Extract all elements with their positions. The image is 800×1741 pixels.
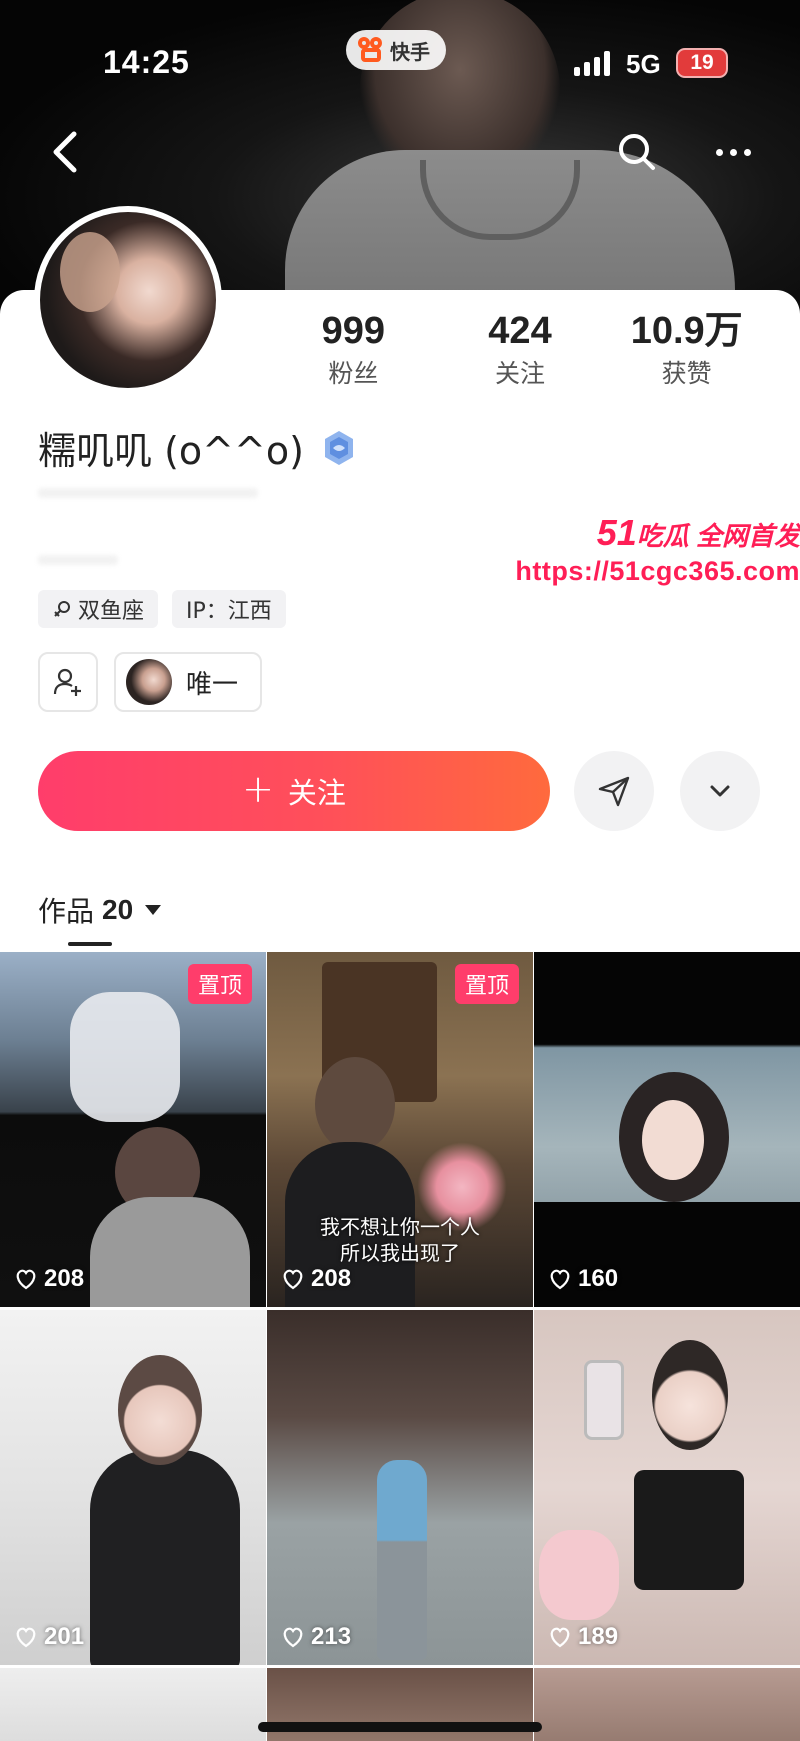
profile-stats: 999 粉丝 424 关注 10.9万 获赞 (270, 310, 770, 390)
stat-label: 获赞 (661, 359, 712, 388)
heart-icon (550, 1269, 570, 1290)
heart-icon (16, 1627, 36, 1648)
work-tile[interactable] (534, 1668, 800, 1741)
status-time: 14:25 (103, 44, 190, 80)
verified-badge-icon (324, 430, 353, 465)
video-caption: 我不想让你一个人 所以我出现了 (320, 1215, 480, 1265)
more-options-button[interactable] (708, 130, 758, 174)
watermark-brand: 51吃瓜 全网首发 (596, 512, 800, 553)
expand-button[interactable] (680, 751, 760, 831)
stat-label: 关注 (495, 359, 546, 388)
signal-strength-icon (574, 50, 610, 76)
linked-account-name: 唯一 (186, 669, 239, 700)
status-bar: 14:25 快手 5G 19 (0, 0, 800, 130)
battery-indicator: 19 (676, 48, 728, 78)
tag-label: 双鱼座 (78, 599, 145, 624)
linked-account-avatar (126, 659, 172, 705)
stat-value: 999 (321, 310, 386, 352)
stat-following[interactable]: 424 关注 (437, 310, 604, 390)
like-count: 208 (14, 1265, 84, 1293)
chevron-down-icon (710, 785, 730, 797)
more-horizontal-icon (715, 148, 723, 156)
work-tile[interactable]: 置顶 我不想让你一个人 所以我出现了 208 (267, 952, 533, 1307)
profile-name-row: 糯叽叽 (o^^o) (38, 420, 358, 475)
tab-works-label: 作品 (38, 895, 95, 928)
bio-text-blurred (38, 488, 258, 498)
stat-label: 粉丝 (328, 359, 379, 388)
tab-works-count: 20 (102, 894, 134, 925)
plus-icon: + (242, 767, 274, 811)
stat-value: 10.9万 (630, 310, 743, 352)
follow-button[interactable]: + 关注 (38, 751, 550, 831)
back-button[interactable] (44, 122, 88, 182)
kuaishou-logo-icon (358, 37, 384, 63)
home-indicator[interactable] (258, 1722, 542, 1732)
caret-down-icon (145, 905, 162, 915)
linked-account-chip[interactable]: 唯一 (114, 652, 263, 712)
add-user-icon (53, 668, 81, 696)
stat-followers[interactable]: 999 粉丝 (270, 310, 437, 390)
heart-icon (16, 1269, 36, 1290)
like-count: 201 (14, 1623, 84, 1651)
send-icon (598, 776, 630, 807)
tab-underline (68, 942, 112, 946)
stat-likes[interactable]: 10.9万 获赞 (603, 310, 770, 390)
profile-tags: 双鱼座 IP：江西 (38, 590, 286, 628)
bio-text-blurred (38, 555, 118, 565)
zodiac-icon (54, 601, 70, 617)
like-count: 208 (281, 1265, 351, 1293)
works-grid: 置顶 208 置顶 我不想让你一个人 所以我出现了 208 160 201 21… (0, 952, 800, 1741)
pinned-badge: 置顶 (454, 964, 519, 1004)
chevron-left-icon (53, 131, 77, 173)
work-tile[interactable] (0, 1668, 266, 1741)
like-count: 160 (548, 1265, 618, 1293)
watermark-url: https://51cgc365.com (515, 556, 800, 586)
app-indicator-pill: 快手 (346, 30, 446, 70)
watermark: 51吃瓜 全网首发 https://51cgc365.com (508, 512, 800, 587)
link-row: 唯一 (38, 652, 263, 712)
work-tile[interactable]: 置顶 208 (0, 952, 266, 1307)
heart-icon (550, 1627, 570, 1648)
like-count: 189 (548, 1623, 618, 1651)
tab-works[interactable]: 作品 20 (38, 890, 162, 930)
profile-name: 糯叽叽 (o^^o) (38, 429, 304, 473)
like-count: 213 (281, 1623, 351, 1651)
tag-label: IP：江西 (186, 599, 272, 624)
stat-value: 424 (488, 310, 552, 352)
tag-zodiac[interactable]: 双鱼座 (38, 590, 159, 628)
heart-icon (283, 1269, 303, 1290)
tag-ip-location: IP：江西 (172, 590, 286, 628)
work-tile[interactable]: 201 (0, 1310, 266, 1665)
app-name: 快手 (390, 39, 430, 64)
work-tile[interactable]: 189 (534, 1310, 800, 1665)
follow-label: 关注 (287, 776, 346, 810)
heart-icon (283, 1627, 303, 1648)
share-button[interactable] (574, 751, 654, 831)
search-icon (619, 134, 655, 170)
work-tile[interactable]: 213 (267, 1310, 533, 1665)
search-button[interactable] (615, 130, 659, 174)
network-type: 5G (626, 49, 661, 79)
add-friend-button[interactable] (38, 652, 98, 712)
avatar[interactable] (34, 206, 222, 394)
work-tile[interactable]: 160 (534, 952, 800, 1307)
pinned-badge: 置顶 (187, 964, 252, 1004)
